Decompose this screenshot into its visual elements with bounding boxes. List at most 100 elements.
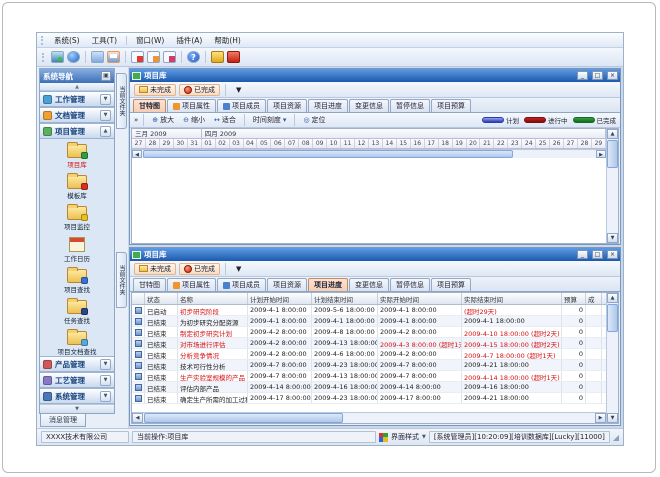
sidebar-close-icon[interactable]: ▣ [101, 71, 111, 81]
sidebar-section-4[interactable]: 工艺管理▼ [40, 372, 114, 388]
tab-项目属性[interactable]: 项目属性 [167, 99, 216, 112]
tab-项目预算[interactable]: 项目预算 [431, 99, 471, 112]
menu-item-1[interactable]: 工具(T) [87, 34, 122, 47]
tab-项目资源[interactable]: 项目资源 [267, 278, 307, 291]
tab-项目进度[interactable]: 项目进度 [308, 278, 348, 291]
resize-grip-icon[interactable]: ◢ [613, 433, 619, 442]
toolbar-more-button[interactable]: ▼ [231, 84, 246, 96]
table-row[interactable]: 已结束制定初步研究计划2009-4-2 8:00:002009-4-8 18:0… [132, 327, 606, 338]
gantt-hscrollbar[interactable]: ◀▶ [132, 149, 606, 158]
table-row[interactable]: 已结束生产实验室规模的产品2009-4-7 8:00:002009-4-13 1… [132, 371, 606, 382]
sidebar-collapse-strip[interactable]: ▲ [40, 83, 114, 91]
vertical-scrollbar[interactable]: ▲▼ [606, 293, 618, 423]
sidebar-section-1[interactable]: 文档管理▼ [40, 107, 114, 123]
style-label[interactable]: 界面样式 [391, 432, 419, 442]
tab-项目成员[interactable]: 项目成员 [217, 99, 266, 112]
maximize-button[interactable]: □ [592, 250, 603, 259]
toolbar-more-button[interactable]: ▼ [231, 263, 246, 275]
column-header-预算[interactable]: 预算 [562, 293, 586, 304]
expand-icon[interactable]: ▼ [100, 375, 111, 386]
scroll-down-icon[interactable]: ▼ [607, 413, 618, 423]
column-header-名称[interactable]: 名称 [178, 293, 248, 304]
column-header-实际结束时间[interactable]: 实际结束时间 [462, 293, 562, 304]
tab-项目成员[interactable]: 项目成员 [217, 278, 266, 291]
column-header-实际开始时间[interactable]: 实际开始时间 [378, 293, 462, 304]
sidebar-overflow-button[interactable]: ▼ [40, 404, 114, 413]
column-header-状态[interactable]: 状态 [145, 293, 178, 304]
menu-item-0[interactable]: 系统(S) [49, 34, 85, 47]
sidebar-item-项目监控[interactable]: 项目监控 [40, 203, 114, 231]
expand-icon[interactable]: ▼ [100, 94, 111, 105]
minimize-button[interactable]: _ [577, 250, 588, 259]
save-icon[interactable] [107, 51, 120, 63]
maximize-button[interactable]: □ [592, 71, 603, 80]
gantt-more-button[interactable]: » [134, 116, 138, 124]
menu-item-3[interactable]: 插件(A) [171, 34, 207, 47]
expand-icon[interactable]: ▼ [100, 110, 111, 121]
minimize-button[interactable]: _ [577, 71, 588, 80]
scroll-up-icon[interactable]: ▲ [607, 129, 618, 139]
help-icon[interactable]: ? [187, 51, 200, 63]
tab-变更信息[interactable]: 变更信息 [349, 99, 389, 112]
scroll-up-icon[interactable]: ▲ [607, 293, 618, 303]
report-icon[interactable] [147, 51, 160, 63]
column-header-计划开始时间[interactable]: 计划开始时间 [248, 293, 312, 304]
scroll-down-icon[interactable]: ▼ [607, 233, 618, 243]
tab-message-management[interactable]: 消息管理 [40, 414, 86, 427]
folder-icon[interactable] [91, 51, 104, 63]
tab-暂停信息[interactable]: 暂停信息 [390, 278, 430, 291]
fit-button[interactable]: ↔适合 [211, 114, 239, 126]
tab-甘特图[interactable]: 甘特图 [133, 99, 166, 112]
tab-项目属性[interactable]: 项目属性 [167, 278, 216, 291]
sidebar-item-项目库[interactable]: 项目库 [40, 141, 114, 169]
tab-甘特图[interactable]: 甘特图 [133, 278, 166, 291]
table-row[interactable]: 已结束技术可行性分析2009-4-7 8:00:002009-4-23 18:0… [132, 360, 606, 371]
vertical-scrollbar[interactable]: ▲▼ [606, 129, 618, 243]
lock-icon[interactable] [211, 51, 224, 63]
close-button[interactable]: × [607, 71, 618, 80]
scroll-left-icon[interactable]: ◀ [132, 413, 143, 423]
menu-item-2[interactable]: 窗口(W) [131, 34, 169, 47]
menu-item-4[interactable]: 帮助(H) [209, 34, 246, 47]
finished-button[interactable]: 已完成 [179, 263, 220, 275]
web-icon[interactable] [67, 51, 80, 63]
scroll-left-icon[interactable]: ◀ [132, 150, 142, 158]
close-button[interactable]: × [607, 250, 618, 259]
time-scale-button[interactable]: 时间刻度▾ [250, 114, 290, 126]
table-row[interactable]: 已结束为初步研究分配资源2009-4-1 8:00:002009-4-1 18:… [132, 316, 606, 327]
sidebar-section-2[interactable]: 项目管理▲ [40, 123, 114, 139]
sidebar-section-3[interactable]: 产品管理▼ [40, 356, 114, 372]
table-row[interactable]: 已结束确定生产所需的加工过程2009-4-17 8:00:002009-4-23… [132, 393, 606, 404]
sidebar-item-任务查找[interactable]: 任务查找 [40, 297, 114, 325]
table-row[interactable]: 已结束评估内部产品2009-4-14 8:00:002009-4-16 18:0… [132, 382, 606, 393]
table-hscrollbar[interactable]: ◀▶ [132, 412, 606, 423]
sidebar-item-项目查找[interactable]: 项目查找 [40, 266, 114, 294]
scroll-right-icon[interactable]: ▶ [596, 150, 606, 158]
tab-项目资源[interactable]: 项目资源 [267, 99, 307, 112]
message-icon[interactable] [163, 51, 176, 63]
locate-button[interactable]: ◎定位 [300, 114, 328, 126]
mail-icon[interactable] [131, 51, 144, 63]
sidebar-item-工作日历[interactable]: 工作日历 [40, 234, 114, 263]
zoom-in-button[interactable]: ⊕放大 [149, 114, 177, 126]
collapse-icon[interactable]: ▲ [100, 126, 111, 137]
unfinished-button[interactable]: 未完成 [134, 263, 176, 275]
tab-暂停信息[interactable]: 暂停信息 [390, 99, 430, 112]
tab-变更信息[interactable]: 变更信息 [349, 278, 389, 291]
scroll-thumb[interactable] [607, 304, 618, 332]
scroll-thumb[interactable] [607, 140, 618, 168]
sidebar-section-0[interactable]: 工作管理▼ [40, 91, 114, 107]
table-row[interactable]: 已结束分析竞争情况2009-4-2 8:00:002009-4-6 18:00:… [132, 349, 606, 360]
dock-tab-current-folder-0[interactable]: 当前文件夹 [116, 73, 127, 129]
scroll-thumb[interactable] [143, 150, 513, 158]
finished-button[interactable]: 已完成 [179, 84, 220, 96]
exit-icon[interactable] [227, 51, 240, 63]
sidebar-item-项目文档查找[interactable]: 项目文档查找 [40, 328, 114, 356]
table-row[interactable]: 已结束对市场进行评估2009-4-2 8:00:002009-4-13 18:0… [132, 338, 606, 349]
tab-项目进度[interactable]: 项目进度 [308, 99, 348, 112]
scroll-right-icon[interactable]: ▶ [595, 413, 606, 423]
workstation-icon[interactable] [51, 51, 64, 63]
dock-tab-current-folder-1[interactable]: 当前文件夹 [116, 252, 127, 308]
tab-项目预算[interactable]: 项目预算 [431, 278, 471, 291]
column-header-icon[interactable] [132, 293, 145, 304]
